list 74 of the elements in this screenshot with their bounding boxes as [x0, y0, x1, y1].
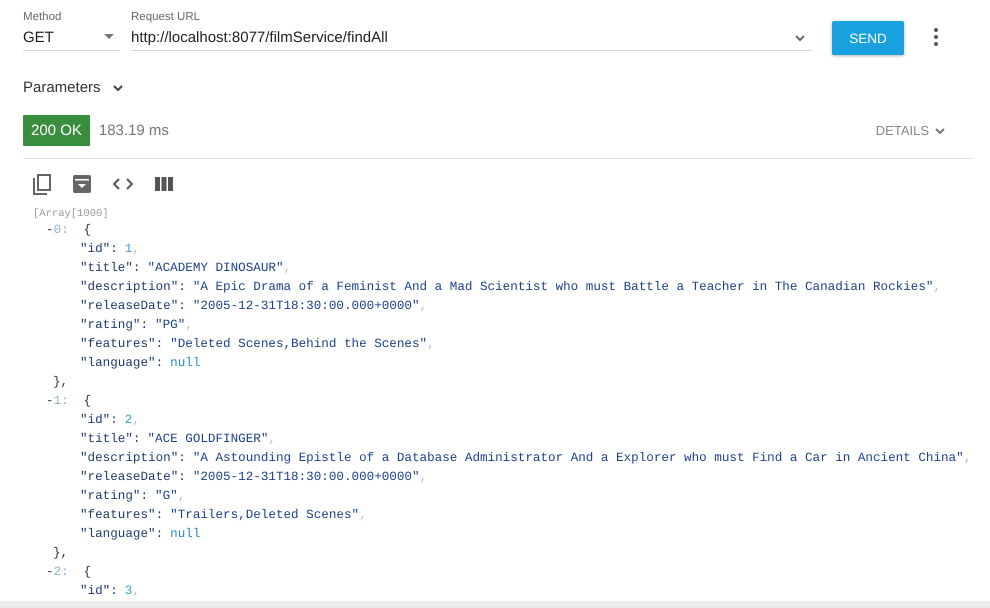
collapse-toggle[interactable]: -	[46, 563, 54, 582]
json-key: "description":	[80, 449, 186, 468]
json-key: "rating":	[80, 487, 148, 506]
json-value: null	[170, 355, 200, 372]
json-key: "releaseDate":	[80, 297, 186, 316]
comma: ,	[933, 279, 942, 296]
url-field[interactable]: Request URL http://localhost:8077/filmService/findAll	[131, 10, 812, 51]
response-time: 183.19 ms	[98, 122, 169, 138]
json-value: "G"	[155, 488, 178, 505]
code-icon[interactable]	[113, 177, 133, 191]
comma: ,	[964, 450, 972, 467]
comma: ,	[284, 260, 292, 277]
array-label: [Array[1000]	[33, 207, 110, 221]
download-box-icon[interactable]	[73, 175, 91, 193]
chevron-down-icon[interactable]	[934, 126, 946, 134]
json-key: "language":	[80, 354, 164, 373]
json-value: "2005-12-31T18:30:00.000+0000"	[192, 469, 420, 486]
json-key: "features":	[80, 506, 164, 525]
comma: ,	[132, 583, 140, 600]
columns-icon[interactable]	[155, 177, 173, 191]
json-key: "features":	[80, 335, 164, 354]
field-label: Request URL	[131, 10, 202, 25]
json-key: "releaseDate":	[80, 468, 186, 487]
collapse-toggle[interactable]: -	[46, 221, 54, 240]
json-value: "A Astounding Epistle of a Database Administrator And a Explorer who must Find a Car in Ancient China"	[192, 450, 964, 467]
url-value: http://localhost:8077/filmService/findAll	[131, 28, 389, 46]
status-badge: 200 OK	[23, 114, 90, 146]
comma: ,	[420, 298, 428, 315]
json-key: "id":	[80, 240, 118, 259]
more-icon[interactable]	[934, 28, 938, 46]
json-value: 3	[124, 583, 132, 600]
json-value: "Trailers,Deleted Scenes"	[170, 507, 360, 524]
dropdown-arrow-icon[interactable]	[104, 34, 114, 40]
comma: ,	[132, 241, 140, 258]
json-value: 1	[124, 241, 132, 258]
details-button[interactable]: DETAILS	[876, 122, 946, 138]
brace: {	[84, 564, 92, 581]
array-index: 2:	[54, 564, 70, 581]
brace: },	[52, 545, 68, 562]
comma: ,	[132, 412, 140, 429]
comma: ,	[359, 507, 367, 524]
array-index: 1:	[54, 393, 70, 410]
json-key: "rating":	[80, 316, 148, 335]
method-value: GET	[23, 28, 55, 46]
json-key: "id":	[80, 582, 118, 601]
comma: ,	[427, 336, 435, 353]
json-key: "language":	[80, 525, 164, 544]
comma: ,	[185, 317, 193, 334]
json-value: "A Epic Drama of a Feminist And a Mad Scientist who must Battle a Teacher in The Canadian Rockies"	[192, 279, 934, 296]
field-label: Method	[23, 10, 62, 25]
json-key: "title":	[80, 259, 140, 278]
json-value: "Deleted Scenes,Behind the Scenes"	[170, 336, 428, 353]
brace: {	[84, 393, 92, 410]
json-value: "ACE GOLDFINGER"	[147, 431, 268, 448]
array-index: 0:	[54, 222, 70, 239]
method-dropdown[interactable]: Method GET	[23, 10, 120, 51]
json-key: "id":	[80, 411, 118, 430]
json-value: "2005-12-31T18:30:00.000+0000"	[192, 298, 420, 315]
json-key: "title":	[80, 430, 140, 449]
collapse-toggle[interactable]: -	[46, 392, 54, 411]
json-value: null	[170, 526, 200, 543]
chevron-down-icon[interactable]	[794, 32, 806, 42]
json-key: "description":	[80, 278, 186, 297]
json-value: "ACADEMY DINOSAUR"	[147, 260, 284, 277]
brace: {	[84, 222, 92, 239]
copy-icon[interactable]	[33, 174, 51, 194]
comma: ,	[178, 488, 186, 505]
comma: ,	[268, 431, 276, 448]
comma: ,	[420, 469, 428, 486]
chevron-down-icon[interactable]	[112, 82, 124, 92]
brace: },	[52, 374, 68, 391]
parameters-toggle[interactable]: Parameters	[23, 78, 101, 96]
json-value: "PG"	[155, 317, 186, 334]
json-value: 2	[124, 412, 132, 429]
